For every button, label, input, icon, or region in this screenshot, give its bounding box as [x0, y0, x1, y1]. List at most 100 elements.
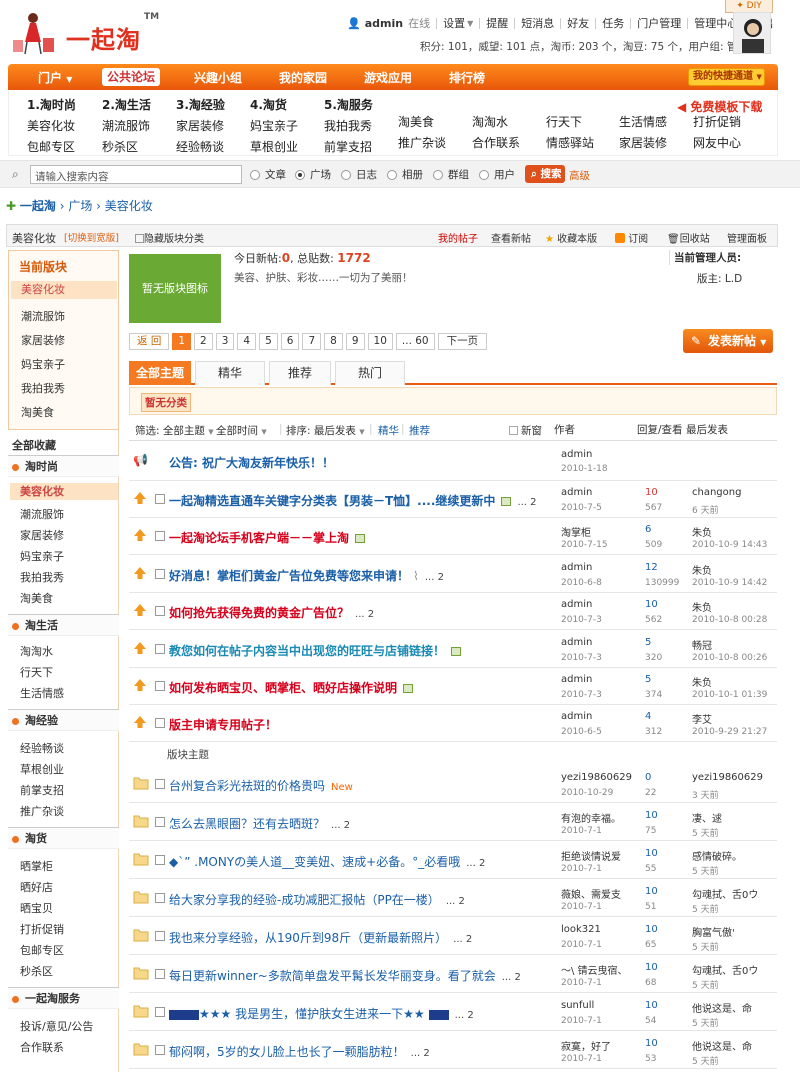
- admin-center-link[interactable]: 管理中心: [694, 15, 738, 31]
- reply-count[interactable]: 5: [645, 637, 651, 648]
- tab-all[interactable]: 全部主题: [129, 361, 191, 385]
- thread-checkbox[interactable]: [155, 1045, 165, 1055]
- sidebar-item[interactable]: 投诉/意见/公告: [20, 1018, 93, 1034]
- thread-checkbox[interactable]: [155, 494, 165, 504]
- page-link[interactable]: 4: [237, 333, 257, 350]
- author-name[interactable]: admin: [561, 562, 592, 573]
- last-poster[interactable]: 朱负: [692, 599, 712, 614]
- sidebar-item[interactable]: 草根创业: [20, 761, 64, 777]
- last-poster[interactable]: 胸富气傲': [692, 924, 735, 939]
- last-post-time[interactable]: 5 天前: [692, 902, 719, 915]
- author-name[interactable]: 〜\ 锖云曳宿、: [561, 962, 628, 977]
- my-posts-link[interactable]: 我的帖子: [438, 230, 478, 245]
- reply-count[interactable]: 5: [645, 674, 651, 685]
- remind-link[interactable]: 提醒: [486, 15, 508, 31]
- friends-link[interactable]: 好友: [567, 15, 589, 31]
- thread-row[interactable]: 我也来分享经验，从190斤到98斤（更新最新照片）... 2 look321 2…: [129, 917, 777, 955]
- last-post-time[interactable]: 5 天前: [692, 826, 719, 839]
- last-post-time[interactable]: 3 天前: [692, 788, 719, 801]
- sort-order[interactable]: 排序: 最后发表 ▼: [286, 423, 365, 438]
- reply-count[interactable]: 0: [645, 772, 651, 783]
- subnav-link[interactable]: 美容化妆: [27, 117, 76, 134]
- sidebar-item[interactable]: 推广杂谈: [20, 803, 64, 819]
- reply-count[interactable]: 10: [645, 599, 658, 610]
- announcement-title[interactable]: 公告: 祝广大淘友新年快乐！！: [169, 454, 334, 471]
- last-post-time[interactable]: 2010-10-9 14:43: [692, 540, 767, 550]
- thread-checkbox[interactable]: [155, 569, 165, 579]
- sticky-thread-row[interactable]: 一起淘精选直通车关键字分类表【男装－T恤】....继续更新中... 2 admi…: [129, 481, 777, 518]
- sidebar-item[interactable]: 打折促销: [20, 921, 64, 937]
- subnav-link[interactable]: 推广杂谈: [398, 134, 446, 151]
- last-post-time[interactable]: 5 天前: [692, 940, 719, 953]
- thread-row[interactable]: 每日更新winner~多款简单盘发平髯长发华丽变身。看了就会... 2 〜\ 锖…: [129, 955, 777, 993]
- thread-title[interactable]: 台州复合彩光祛斑的价格贵吗 New: [169, 777, 359, 794]
- page-link[interactable]: 2: [194, 333, 213, 350]
- reply-count[interactable]: 10: [645, 487, 658, 498]
- sidebar-item[interactable]: 合作联系: [20, 1039, 64, 1055]
- reply-count[interactable]: 6: [645, 524, 651, 535]
- search-button[interactable]: ⌕ 搜索: [525, 165, 565, 183]
- announcement-row[interactable]: 📢 公告: 祝广大淘友新年快乐！！ admin 2010-1-18: [129, 443, 777, 481]
- last-poster[interactable]: 感情破碎。: [692, 848, 742, 863]
- author-name[interactable]: admin: [561, 637, 592, 648]
- nav-groups[interactable]: 兴趣小组: [194, 69, 242, 86]
- nav-ranking[interactable]: 排行榜: [449, 69, 485, 86]
- thread-title[interactable]: 版主申请专用帖子！: [169, 716, 283, 733]
- author-name[interactable]: admin: [561, 487, 592, 498]
- author-name[interactable]: yezi19860629: [561, 772, 632, 783]
- thread-checkbox[interactable]: [155, 855, 165, 865]
- tab-recommend[interactable]: 推荐: [269, 361, 331, 385]
- sidebar-item[interactable]: 包邮专区: [20, 942, 64, 958]
- thread-pages[interactable]: ... 2: [455, 1010, 474, 1021]
- last-post-time[interactable]: 2010-9-29 21:27: [692, 727, 767, 737]
- sidebar-item[interactable]: 妈宝亲子: [20, 548, 64, 564]
- thread-checkbox[interactable]: [155, 606, 165, 616]
- recycle-bin-link[interactable]: 🗑回收站: [667, 230, 710, 245]
- subnav-link[interactable]: 行天下: [546, 113, 594, 130]
- new-post-button[interactable]: ✎ 发表新帖 ▼: [683, 329, 773, 353]
- settings-link[interactable]: 设置: [443, 15, 465, 31]
- thread-pages[interactable]: ... 2: [502, 972, 521, 983]
- thread-title[interactable]: ◆ˋ” .MONYの美人道__变美妞、速成+必备。°_必看哦... 2: [169, 853, 485, 870]
- sticky-thread-row[interactable]: 教您如何在帖子内容当中出现您的旺旺与店铺链接！ admin 2010-7-3 5…: [129, 631, 777, 668]
- thread-checkbox[interactable]: [155, 718, 165, 728]
- sticky-thread-row[interactable]: 好消息！掌柜们黄金广告位免费等您来申请！ ⌇... 2 admin 2010-6-…: [129, 556, 777, 593]
- sidebar-item[interactable]: 美容化妆: [10, 483, 118, 500]
- subnav-link[interactable]: 生活情感: [619, 113, 667, 130]
- reply-count[interactable]: 10: [645, 848, 658, 859]
- avatar[interactable]: [733, 12, 771, 54]
- new-posts-link[interactable]: 查看新帖: [491, 230, 531, 245]
- last-poster[interactable]: 凄、逑: [692, 810, 722, 825]
- reply-count[interactable]: 10: [645, 886, 658, 897]
- category-tag[interactable]: 暂无分类: [141, 393, 191, 412]
- author-name[interactable]: 拒绝谈情说爱: [561, 848, 621, 863]
- subnav-link[interactable]: 包邮专区: [27, 138, 76, 155]
- subnav-title[interactable]: 3.淘经验: [176, 98, 225, 112]
- reply-count[interactable]: 10: [645, 924, 658, 935]
- thread-title[interactable]: 郁闷啊，5岁的女儿脸上也长了一颗脂肪粒！... 2: [169, 1043, 430, 1060]
- page-link[interactable]: 10: [367, 333, 393, 350]
- nav-home[interactable]: 我的家园: [279, 69, 327, 86]
- thread-title[interactable]: 一起淘精选直通车关键字分类表【男装－T恤】....继续更新中... 2: [169, 492, 537, 509]
- sidebar-section[interactable]: 淘货: [8, 827, 119, 849]
- last-post-time[interactable]: 2010-10-9 14:42: [692, 578, 767, 588]
- breadcrumb-square[interactable]: 广场: [68, 199, 92, 213]
- author-name[interactable]: sunfull: [561, 1000, 594, 1011]
- thread-title[interactable]: 如何抢先获得免费的黄金广告位？... 2: [169, 604, 374, 621]
- nav-forum[interactable]: 公共论坛: [102, 68, 161, 86]
- reply-count[interactable]: 10: [645, 810, 658, 821]
- subnav-link[interactable]: 前掌支招: [324, 138, 373, 155]
- hide-categories-toggle[interactable]: 隐藏版块分类: [135, 230, 204, 245]
- subscribe-link[interactable]: 订阅: [615, 230, 648, 245]
- last-post-time[interactable]: 2010-10-8 00:28: [692, 615, 767, 625]
- thread-title[interactable]: 每日更新winner~多款简单盘发平髯长发华丽变身。看了就会... 2: [169, 967, 521, 984]
- thread-title[interactable]: 给大家分享我的经验-成功减肥汇报帖（PP在一楼）... 2: [169, 891, 465, 908]
- page-link[interactable]: 7: [302, 333, 322, 350]
- thread-checkbox[interactable]: [155, 817, 165, 827]
- last-poster[interactable]: 李艾: [692, 711, 712, 726]
- moderator-name[interactable]: 版主: L.D: [669, 271, 777, 286]
- thread-title[interactable]: 我也来分享经验，从190斤到98斤（更新最新照片）... 2: [169, 929, 472, 946]
- last-post-time[interactable]: 5 天前: [692, 1016, 719, 1029]
- search-option-blog[interactable]: 日志: [341, 167, 377, 182]
- current-board-item[interactable]: 潮流服饰: [21, 308, 65, 324]
